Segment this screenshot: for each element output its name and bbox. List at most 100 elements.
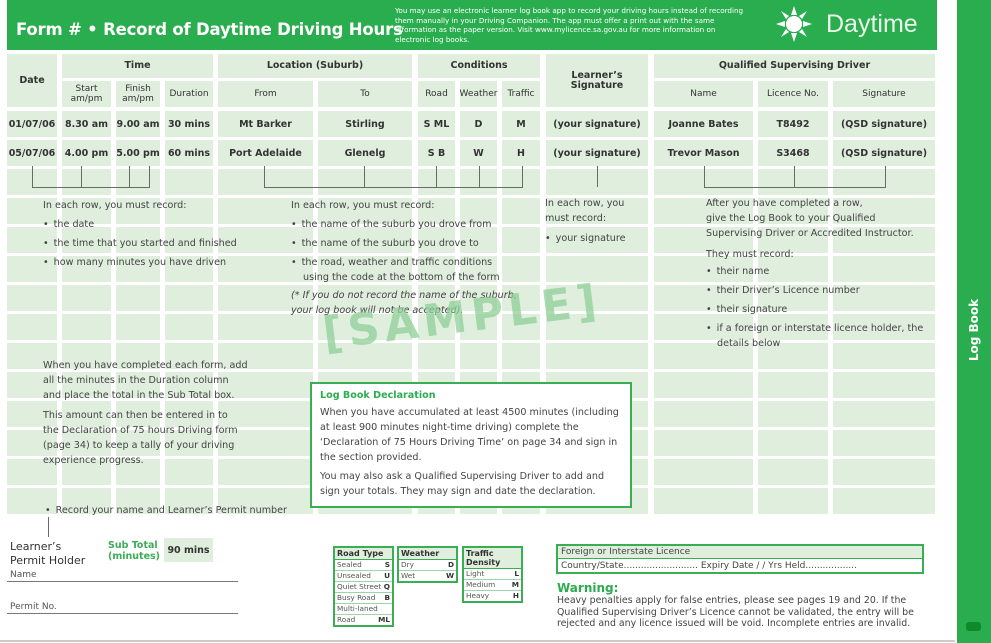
- table-cell-traffic[interactable]: M: [502, 111, 540, 137]
- empty-table-cell[interactable]: [758, 488, 828, 514]
- empty-table-cell[interactable]: [654, 430, 753, 456]
- subtotal-label: Sub Total (minutes): [108, 540, 160, 562]
- connector-line: [794, 166, 795, 187]
- table-cell-weather[interactable]: D: [460, 111, 497, 137]
- empty-table-cell[interactable]: [833, 488, 935, 514]
- instruction-item: if a foreign or interstate licence holde…: [706, 321, 924, 336]
- key-row: Busy Road B: [335, 593, 392, 604]
- instruction-item: the road, weather and traffic conditions: [291, 253, 517, 272]
- instruction-line: Supervising Driver or Accredited Instruc…: [706, 228, 914, 239]
- table-cell-to[interactable]: Stirling: [318, 111, 412, 137]
- empty-table-cell[interactable]: [165, 169, 213, 195]
- instructions-qsd: After you have completed a row, give the…: [706, 196, 923, 351]
- key-label: Quiet Street: [337, 582, 382, 591]
- table-cell-qsd-sig[interactable]: (QSD signature): [833, 111, 935, 137]
- empty-table-cell[interactable]: [546, 343, 648, 369]
- empty-table-cell[interactable]: [833, 459, 935, 485]
- key-label: Heavy: [466, 591, 490, 600]
- empty-table-cell[interactable]: [62, 314, 111, 340]
- connector-bracket-location: [264, 166, 523, 188]
- key-code: H: [512, 591, 519, 600]
- empty-table-cell[interactable]: [654, 488, 753, 514]
- table-cell-to[interactable]: Glenelg: [318, 140, 412, 166]
- table-cell-start[interactable]: 4.00 pm: [62, 140, 111, 166]
- empty-table-cell[interactable]: [758, 430, 828, 456]
- table-cell-qsd-name[interactable]: Joanne Bates: [654, 111, 753, 137]
- key-row: Quiet Street Q: [335, 582, 392, 593]
- empty-table-cell[interactable]: [833, 372, 935, 398]
- page-bottom-divider: [0, 640, 955, 642]
- table-cell-duration[interactable]: 30 mins: [165, 111, 213, 137]
- key-code: W: [445, 571, 454, 580]
- table-cell-finish[interactable]: 5.00 pm: [116, 140, 160, 166]
- empty-table-cell[interactable]: [654, 372, 753, 398]
- subheader-name: Name: [654, 81, 753, 107]
- empty-table-cell[interactable]: [758, 372, 828, 398]
- table-cell-licence[interactable]: T8492: [758, 111, 828, 137]
- instruction-item-continued: details below: [717, 338, 781, 349]
- permit-no-label: Permit No.: [10, 602, 57, 612]
- connector-line: [129, 166, 130, 187]
- table-cell-licence[interactable]: S3468: [758, 140, 828, 166]
- connector-line: [81, 166, 82, 187]
- instruction-intro: They must record:: [706, 249, 794, 260]
- empty-table-cell[interactable]: [116, 285, 160, 311]
- table-cell-traffic[interactable]: H: [502, 140, 540, 166]
- table-cell-date[interactable]: 05/07/06: [7, 140, 57, 166]
- table-cell-from[interactable]: Mt Barker: [218, 111, 313, 137]
- subheader-to: To: [318, 81, 412, 107]
- empty-table-cell[interactable]: [116, 314, 160, 340]
- subheader-duration: Duration: [165, 81, 213, 107]
- table-cell-learner-sig[interactable]: (your signature): [546, 140, 648, 166]
- key-label: Sealed: [337, 560, 362, 569]
- table-cell-weather[interactable]: W: [460, 140, 497, 166]
- permit-no-input-line[interactable]: [7, 613, 238, 614]
- foreign-licence-box: Foreign or Interstate Licence Country/St…: [556, 544, 924, 574]
- table-cell-road[interactable]: S ML: [418, 111, 455, 137]
- instruction-item: the time that you started and finished: [43, 234, 237, 253]
- subtotal-value[interactable]: 90 mins: [164, 538, 213, 562]
- empty-table-cell[interactable]: [165, 285, 213, 311]
- empty-table-cell[interactable]: [7, 285, 57, 311]
- instruction-line: After you have completed a row,: [706, 198, 863, 209]
- empty-table-cell[interactable]: [502, 343, 540, 369]
- key-code: B: [384, 593, 390, 602]
- empty-table-cell[interactable]: [758, 401, 828, 427]
- name-label: Name: [10, 570, 37, 580]
- table-cell-qsd-sig[interactable]: (QSD signature): [833, 140, 935, 166]
- table-cell-road[interactable]: S B: [418, 140, 455, 166]
- table-cell-learner-sig[interactable]: (your signature): [546, 111, 648, 137]
- weather-key: Weather Dry D Wet W: [397, 546, 458, 583]
- empty-table-cell[interactable]: [758, 459, 828, 485]
- key-row: Heavy H: [464, 591, 521, 601]
- subheader-licence: Licence No.: [758, 81, 828, 107]
- connector-line-permit: [48, 517, 49, 537]
- empty-table-cell[interactable]: [460, 343, 497, 369]
- header-conditions: Conditions: [418, 54, 540, 78]
- table-cell-finish[interactable]: 9.00 am: [116, 111, 160, 137]
- warning-text: Heavy penalties apply for false entries,…: [557, 595, 914, 630]
- instruction-item: the date: [43, 215, 237, 234]
- foreign-licence-fields[interactable]: Country/State.......................... …: [558, 559, 922, 573]
- empty-table-cell[interactable]: [833, 430, 935, 456]
- instruction-intro: In each row, you must record:: [291, 200, 435, 211]
- empty-table-cell[interactable]: [654, 459, 753, 485]
- empty-table-cell[interactable]: [833, 401, 935, 427]
- road-type-key-title: Road Type: [335, 548, 392, 560]
- name-input-line[interactable]: [7, 581, 238, 582]
- table-cell-date[interactable]: 01/07/06: [7, 111, 57, 137]
- table-cell-from[interactable]: Port Adelaide: [218, 140, 313, 166]
- empty-table-cell[interactable]: [654, 401, 753, 427]
- empty-table-cell[interactable]: [165, 314, 213, 340]
- empty-table-cell[interactable]: [7, 314, 57, 340]
- subheader-traffic: Traffic: [502, 81, 540, 107]
- table-cell-start[interactable]: 8.30 am: [62, 111, 111, 137]
- empty-table-cell[interactable]: [62, 285, 111, 311]
- connector-line-signature: [597, 166, 598, 187]
- instruction-item: how many minutes you have driven: [43, 253, 237, 272]
- subtotal-instructions: When you have completed each form, add a…: [43, 358, 248, 468]
- instruction-line: all the minutes in the Duration column: [43, 375, 229, 386]
- instruction-line: experience progress.: [43, 455, 144, 466]
- table-cell-qsd-name[interactable]: Trevor Mason: [654, 140, 753, 166]
- table-cell-duration[interactable]: 60 mins: [165, 140, 213, 166]
